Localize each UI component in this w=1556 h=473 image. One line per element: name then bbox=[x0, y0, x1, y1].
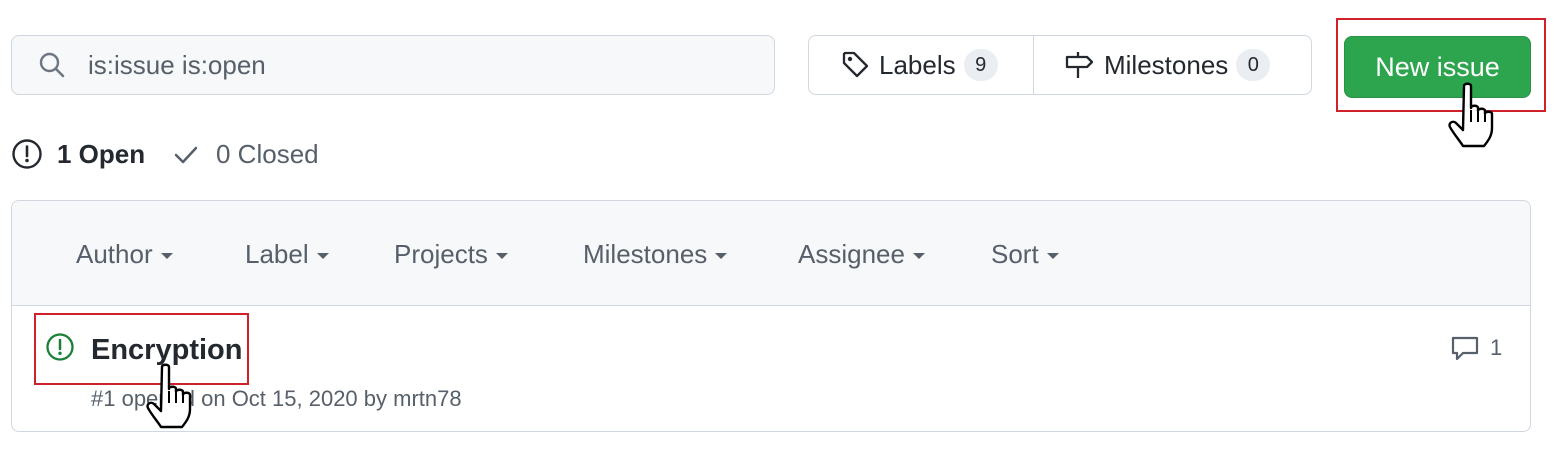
filter-milestones[interactable]: Milestones bbox=[583, 239, 728, 270]
comment-icon bbox=[1451, 336, 1479, 361]
filter-sort[interactable]: Sort bbox=[991, 239, 1059, 270]
tag-icon bbox=[842, 51, 869, 78]
caret-down-icon bbox=[1046, 253, 1059, 259]
milestones-button[interactable]: Milestones 0 bbox=[1034, 36, 1311, 94]
search-icon bbox=[38, 50, 68, 80]
check-icon bbox=[174, 146, 198, 164]
filter-bar: Author Label Projects Milestones Assigne… bbox=[12, 201, 1530, 306]
labels-milestones-group: Labels 9 Milestones 0 bbox=[808, 35, 1312, 95]
filter-author-label: Author bbox=[76, 239, 153, 269]
filter-label-label: Label bbox=[245, 239, 309, 269]
caret-down-icon bbox=[160, 253, 173, 259]
filter-assignee-label: Assignee bbox=[798, 239, 905, 269]
hand-pointer-cursor bbox=[1448, 82, 1494, 148]
search-input[interactable] bbox=[86, 48, 740, 82]
closed-issues-tab[interactable]: 0 Closed bbox=[172, 134, 319, 174]
issue-opened-icon bbox=[12, 139, 42, 169]
milestones-count: 0 bbox=[1236, 49, 1271, 81]
caret-down-icon bbox=[912, 253, 925, 259]
comment-count: 1 bbox=[1490, 335, 1503, 360]
labels-label: Labels bbox=[879, 49, 956, 80]
filter-sort-label: Sort bbox=[991, 239, 1039, 269]
filter-label[interactable]: Label bbox=[245, 239, 329, 270]
filter-projects[interactable]: Projects bbox=[394, 239, 508, 270]
milestone-icon bbox=[1065, 52, 1094, 78]
hand-pointer-cursor bbox=[146, 363, 192, 429]
filter-milestones-label: Milestones bbox=[583, 239, 708, 269]
milestones-label: Milestones bbox=[1104, 49, 1229, 80]
closed-count-label: 0 Closed bbox=[216, 138, 319, 169]
issue-open-status-icon bbox=[45, 332, 75, 362]
labels-count: 9 bbox=[963, 49, 998, 81]
issue-comments-link[interactable]: 1 bbox=[1450, 334, 1502, 362]
filter-projects-label: Projects bbox=[394, 239, 488, 269]
caret-down-icon bbox=[495, 253, 508, 259]
search-box[interactable] bbox=[11, 35, 775, 95]
caret-down-icon bbox=[316, 253, 329, 259]
caret-down-icon bbox=[715, 253, 728, 259]
filter-assignee[interactable]: Assignee bbox=[798, 239, 925, 270]
open-issues-tab[interactable]: 1 Open bbox=[11, 134, 145, 174]
filter-author[interactable]: Author bbox=[76, 239, 173, 270]
labels-button[interactable]: Labels 9 bbox=[809, 36, 1034, 94]
open-count-label: 1 Open bbox=[57, 138, 146, 169]
